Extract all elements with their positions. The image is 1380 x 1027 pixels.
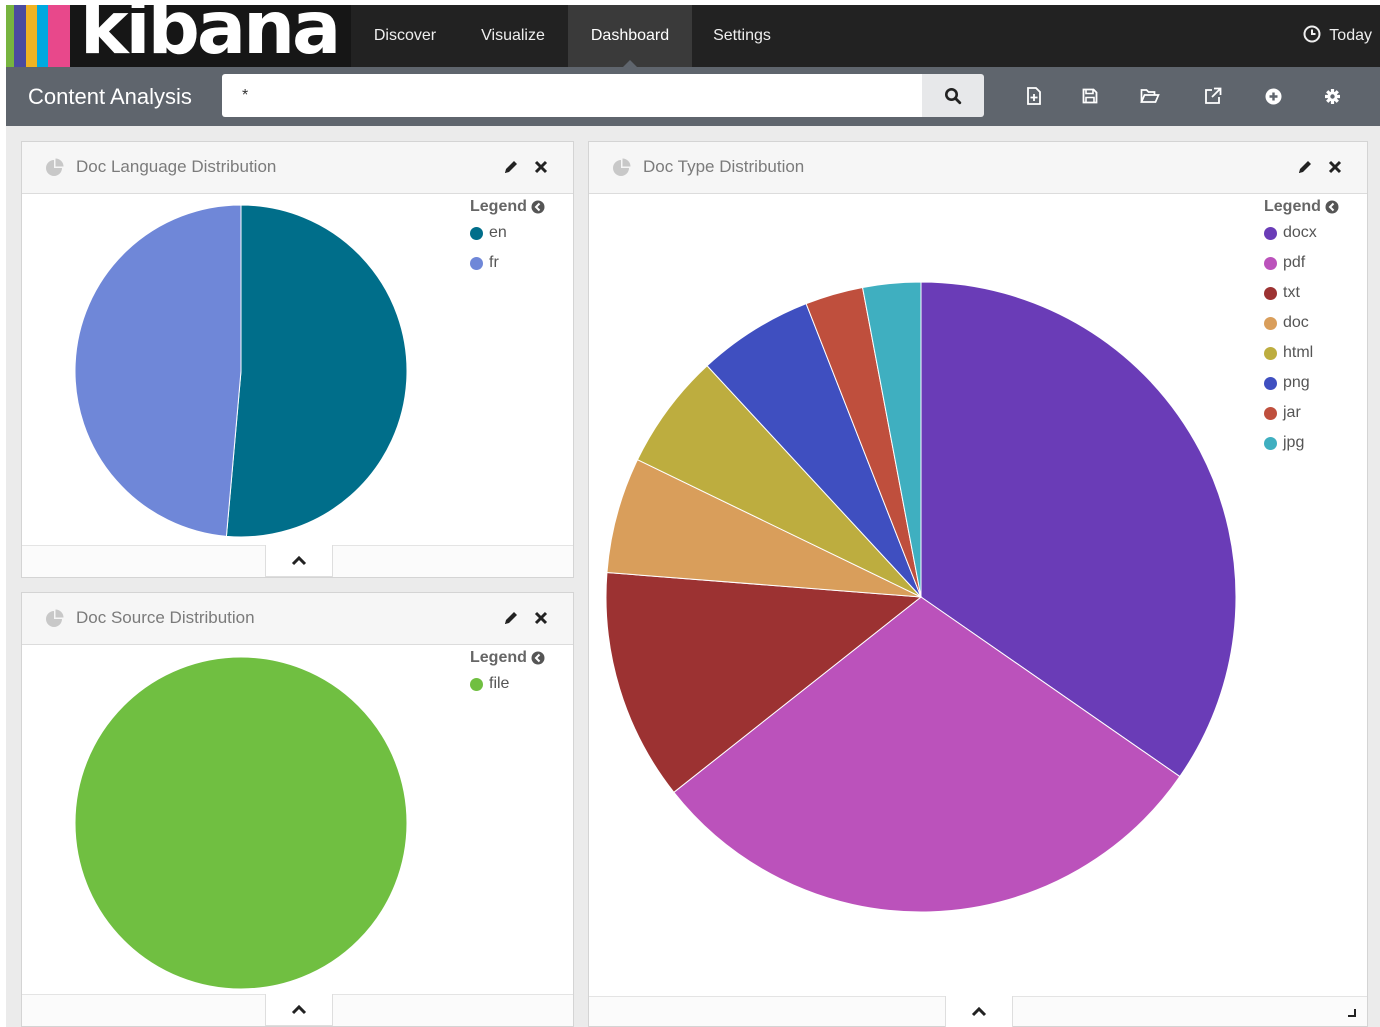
legend-dot (470, 226, 483, 240)
dashboard-canvas: Doc Language Distribution Legend en fr D… (6, 126, 1380, 1027)
chevron-up-icon (291, 555, 307, 565)
new-dashboard-icon (1027, 87, 1041, 105)
legend-label: fr (489, 254, 499, 271)
legend-dot (1264, 436, 1277, 450)
query-input[interactable] (222, 74, 922, 117)
legend-item-png[interactable]: png (1264, 368, 1339, 398)
open-icon (1140, 89, 1160, 103)
save-dashboard-button[interactable] (1079, 85, 1101, 107)
legend-dot (1264, 316, 1277, 330)
settings-icon (1324, 88, 1340, 104)
legend-dot (470, 677, 483, 691)
legend-dot (470, 256, 483, 270)
panel-doc-language: Doc Language Distribution Legend en fr (21, 141, 574, 578)
kibana-logo[interactable]: kibana (6, 5, 351, 67)
panel-doc-type: Doc Type Distribution Legend docx pdf tx… (588, 141, 1368, 1027)
legend-language: Legend en fr (470, 196, 545, 278)
chevron-circle-icon (1325, 200, 1339, 214)
legend-dot (1264, 286, 1277, 300)
add-visualization-icon (1265, 88, 1281, 104)
logo-stripe (26, 5, 37, 67)
chevron-up-icon (971, 1006, 987, 1016)
dashboard-title: Content Analysis (28, 84, 192, 109)
legend-item-jar[interactable]: jar (1264, 398, 1339, 428)
nav-dashboard-label: Dashboard (590, 27, 670, 44)
legend-label: png (1283, 374, 1310, 391)
legend-item-html[interactable]: html (1264, 338, 1339, 368)
toggle-spy-button[interactable] (265, 994, 333, 1026)
panel-doc-source: Doc Source Distribution Legend file (21, 592, 574, 1027)
legend-label: en (489, 224, 507, 241)
clock-icon (1303, 25, 1321, 43)
search-button[interactable] (922, 74, 984, 117)
logo-stripe (6, 5, 14, 67)
legend-item-en[interactable]: en (470, 218, 545, 248)
top-navbar: kibana Discover Visualize Dashboard Sett… (6, 5, 1380, 67)
save-icon (1082, 88, 1098, 104)
chevron-circle-icon (531, 651, 545, 665)
logo-stripe (48, 5, 70, 67)
toggle-spy-button[interactable] (945, 996, 1013, 1027)
legend-label: pdf (1283, 254, 1306, 271)
dashboard-bar: Content Analysis (6, 67, 1380, 126)
new-dashboard-button[interactable] (1023, 85, 1045, 107)
nav-settings[interactable]: Settings (692, 5, 792, 67)
legend-title: Legend (470, 198, 527, 215)
legend-label: txt (1283, 284, 1300, 301)
legend-item-file[interactable]: file (470, 669, 545, 699)
legend-item-fr[interactable]: fr (470, 248, 545, 278)
chevron-circle-icon (531, 200, 545, 214)
logo-stripe (14, 5, 26, 67)
legend-label: file (489, 675, 510, 692)
add-visualization-button[interactable] (1262, 85, 1284, 107)
legend-dot (1264, 226, 1277, 240)
legend-type: Legend docx pdf txt doc html png jar jpg (1264, 196, 1339, 458)
legend-label: jar (1283, 404, 1301, 421)
panel-footer (589, 996, 1367, 1027)
logo-text: kibana (80, 5, 341, 67)
logo-stripe (37, 5, 48, 67)
nav-discover[interactable]: Discover (352, 5, 458, 67)
nav-dashboard[interactable]: Dashboard (568, 5, 692, 67)
legend-toggle[interactable]: Legend (1264, 196, 1339, 218)
toggle-spy-button[interactable] (265, 545, 333, 577)
legend-item-txt[interactable]: txt (1264, 278, 1339, 308)
nav-visualize[interactable]: Visualize (458, 5, 568, 67)
pie-slice-en[interactable] (225, 204, 408, 538)
legend-dot (1264, 406, 1277, 420)
chevron-up-icon (291, 1004, 307, 1014)
legend-label: html (1283, 344, 1314, 361)
legend-label: doc (1283, 314, 1309, 331)
legend-toggle[interactable]: Legend (470, 196, 545, 218)
legend-item-docx[interactable]: docx (1264, 218, 1339, 248)
panel-footer (22, 994, 573, 1026)
dashboard-settings-button[interactable] (1321, 85, 1343, 107)
legend-source: Legend file (470, 647, 545, 699)
search-icon (945, 87, 962, 104)
active-caret (623, 60, 637, 67)
legend-item-pdf[interactable]: pdf (1264, 248, 1339, 278)
share-dashboard-button[interactable] (1202, 85, 1224, 107)
kibana-app: kibana Discover Visualize Dashboard Sett… (0, 0, 1380, 1027)
legend-toggle[interactable]: Legend (470, 647, 545, 669)
pie-slice-file[interactable] (74, 656, 408, 990)
open-dashboard-button[interactable] (1139, 85, 1161, 107)
legend-title: Legend (470, 649, 527, 666)
panel-footer (22, 545, 573, 577)
time-picker[interactable]: Today (1303, 5, 1372, 67)
legend-item-jpg[interactable]: jpg (1264, 428, 1339, 458)
resize-handle-icon[interactable] (1347, 1008, 1357, 1018)
legend-label: docx (1283, 224, 1317, 241)
share-icon (1205, 87, 1222, 104)
legend-title: Legend (1264, 198, 1321, 215)
legend-item-doc[interactable]: doc (1264, 308, 1339, 338)
legend-dot (1264, 256, 1277, 270)
legend-label: jpg (1283, 434, 1305, 451)
legend-dot (1264, 376, 1277, 390)
pie-chart-type (605, 281, 1237, 913)
pie-slice-fr[interactable] (74, 204, 242, 537)
time-label: Today (1329, 27, 1372, 44)
legend-dot (1264, 346, 1277, 360)
